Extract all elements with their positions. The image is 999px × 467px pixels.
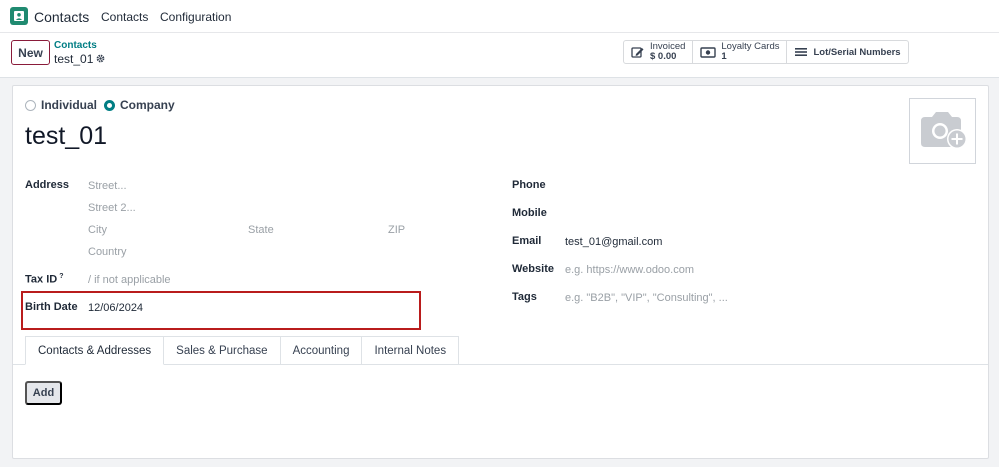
invoiced-value: $ 0.00 xyxy=(650,51,677,62)
website-input[interactable]: e.g. https://www.odoo.com xyxy=(565,264,694,276)
breadcrumb-parent[interactable]: Contacts xyxy=(54,40,97,51)
top-navbar: Contacts Contacts Configuration xyxy=(0,0,999,33)
street2-input[interactable]: Street 2... xyxy=(88,202,136,214)
company-type-radio: Individual Company xyxy=(25,98,182,112)
mobile-label: Mobile xyxy=(512,207,547,219)
loyalty-label: Loyalty Cards xyxy=(721,41,780,52)
phone-label: Phone xyxy=(512,179,546,191)
tags-label: Tags xyxy=(512,291,537,303)
contacts-app-icon[interactable] xyxy=(10,7,28,25)
loyalty-value: 1 xyxy=(721,51,727,62)
birth-date-highlight xyxy=(21,291,421,330)
breadcrumb-current-label: test_01 xyxy=(54,52,94,66)
website-label: Website xyxy=(512,263,554,275)
radio-company[interactable] xyxy=(104,99,116,111)
tax-id-label: Tax ID? xyxy=(25,273,63,286)
menu-configuration[interactable]: Configuration xyxy=(160,10,231,24)
tab-accounting[interactable]: Accounting xyxy=(280,336,363,365)
tax-id-input[interactable]: / if not applicable xyxy=(88,274,171,286)
list-icon xyxy=(794,46,808,58)
form-sheet: Individual Company test_01 Address Stree… xyxy=(12,85,989,459)
tab-contacts-addresses[interactable]: Contacts & Addresses xyxy=(25,336,165,365)
state-input[interactable]: State xyxy=(248,224,274,236)
invoiced-smart-button[interactable]: Invoiced $ 0.00 xyxy=(624,41,694,63)
breadcrumb-current: test_01 xyxy=(54,52,105,66)
email-label: Email xyxy=(512,235,542,247)
add-button[interactable]: Add xyxy=(25,381,62,405)
lot-serial-label: Lot/Serial Numbers xyxy=(813,46,901,58)
tab-sales-purchase[interactable]: Sales & Purchase xyxy=(164,336,281,365)
street-input[interactable]: Street... xyxy=(88,180,127,192)
city-input[interactable]: City xyxy=(88,224,107,236)
radio-individual[interactable] xyxy=(25,99,36,111)
mobile-input[interactable] xyxy=(565,208,865,222)
lot-serial-smart-button[interactable]: Lot/Serial Numbers xyxy=(787,41,907,63)
tab-internal-notes[interactable]: Internal Notes xyxy=(362,336,460,365)
loyalty-smart-button[interactable]: Loyalty Cards 1 xyxy=(693,41,788,63)
app-name[interactable]: Contacts xyxy=(34,9,89,25)
tax-id-label-text: Tax ID xyxy=(25,273,58,286)
gear-icon[interactable] xyxy=(96,52,105,66)
new-button[interactable]: New xyxy=(11,40,50,65)
tax-id-tooltip[interactable]: ? xyxy=(59,273,63,280)
avatar-upload[interactable] xyxy=(909,98,976,164)
country-input[interactable]: Country xyxy=(88,246,127,258)
smart-buttons: Invoiced $ 0.00 Loyalty Cards 1 Lot/Seri… xyxy=(623,40,909,64)
zip-input[interactable]: ZIP xyxy=(388,224,405,236)
money-bill-icon xyxy=(700,46,717,58)
record-name-input[interactable]: test_01 xyxy=(25,122,107,151)
notebook-tabs: Contacts & Addresses Sales & Purchase Ac… xyxy=(25,336,460,365)
birth-date-input[interactable]: 12/06/2024 xyxy=(88,302,143,314)
email-input[interactable]: test_01@gmail.com xyxy=(565,236,662,248)
tags-input[interactable]: e.g. "B2B", "VIP", "Consulting", ... xyxy=(565,292,728,304)
camera-plus-icon xyxy=(917,109,969,154)
radio-company-label[interactable]: Company xyxy=(120,98,175,112)
birth-date-label: Birth Date xyxy=(25,301,78,313)
control-panel: New Contacts test_01 Invoiced $ 0.00 Loy… xyxy=(0,33,999,78)
menu-contacts[interactable]: Contacts xyxy=(101,10,148,24)
phone-input[interactable] xyxy=(565,180,865,194)
radio-individual-label[interactable]: Individual xyxy=(41,98,97,112)
address-label: Address xyxy=(25,179,70,191)
pencil-square-icon xyxy=(631,46,645,58)
